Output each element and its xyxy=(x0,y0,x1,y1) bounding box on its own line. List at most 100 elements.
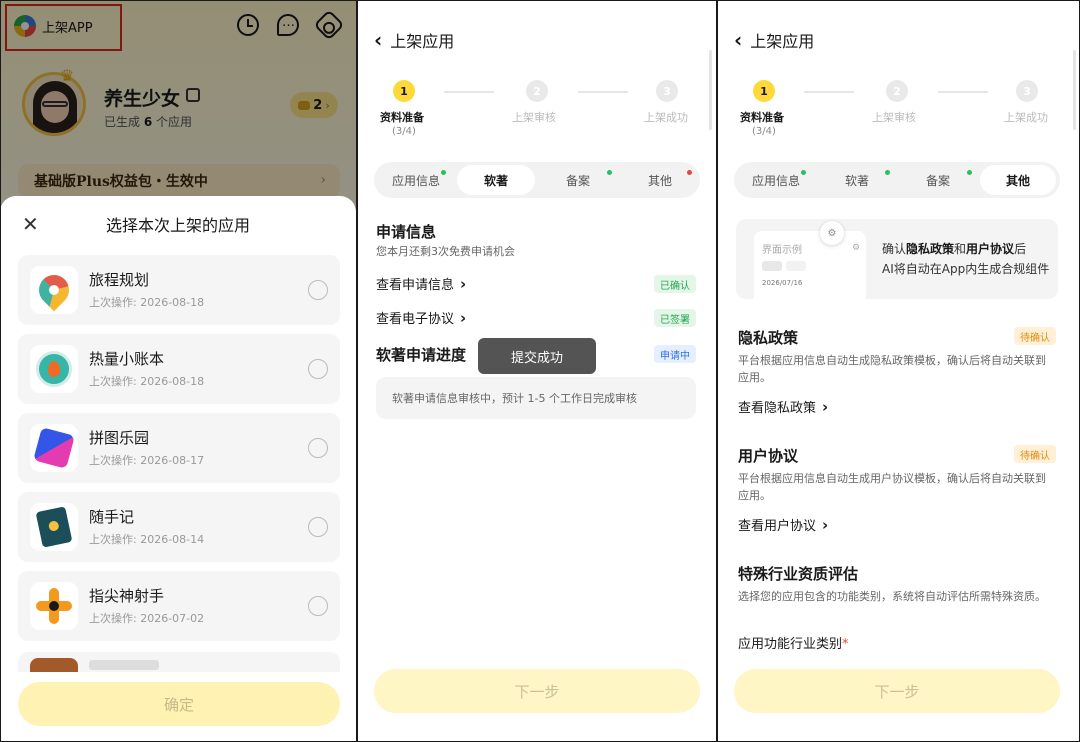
stepper: 1 2 3 资料准备 (3/4) 上架审核 上架成功 xyxy=(380,80,700,140)
mock-chip xyxy=(762,261,782,271)
step-label: 资料准备 xyxy=(740,111,784,124)
tab-app-info[interactable]: 应用信息 xyxy=(740,165,812,195)
status-badge: 已签署 xyxy=(654,309,696,327)
app-last-op: 上次操作: 2026-08-18 xyxy=(89,296,205,309)
tab-app-info[interactable]: 应用信息 xyxy=(380,165,452,195)
mock-title: 界面示例 xyxy=(762,245,802,256)
tab-copyright[interactable]: 软著 xyxy=(457,165,535,195)
map-pin-icon xyxy=(30,266,78,314)
back-arrow-icon[interactable]: ‹ xyxy=(374,28,382,52)
status-badge: 待确认 xyxy=(1014,327,1056,345)
step-number: 1 xyxy=(753,80,775,102)
view-apply-info-link[interactable]: 查看申请信息 › xyxy=(376,274,466,294)
tab-filing[interactable]: 备案 xyxy=(542,165,614,195)
step-label: 资料准备 xyxy=(380,111,424,124)
toast-message: 提交成功 xyxy=(478,338,596,374)
app-name: 旅程规划 xyxy=(89,271,150,289)
app-list-item-partial[interactable] xyxy=(18,652,340,672)
step-label: 上架审核 xyxy=(872,111,916,124)
step-progress: (3/4) xyxy=(392,126,416,137)
select-radio[interactable] xyxy=(308,596,328,616)
section-description: 平台根据应用信息自动生成用户协议模板，确认后将自动关联到应用。 xyxy=(738,472,1046,502)
plate-fire-icon xyxy=(30,345,78,393)
section-subtitle: 您本月还剩3次免费申请机会 xyxy=(376,245,515,258)
select-radio[interactable] xyxy=(308,438,328,458)
scrollbar[interactable] xyxy=(1073,50,1076,130)
app-name: 随手记 xyxy=(89,508,135,526)
section-description: 选择您的应用包含的功能类别，系统将自动评估所需特殊资质。 xyxy=(738,590,1046,603)
copyright-tab-screen: ‹ 上架应用 1 2 3 资料准备 (3/4) 上架审核 上架成功 应用信息 软… xyxy=(358,0,716,742)
view-privacy-link[interactable]: 查看隐私政策 › xyxy=(738,397,829,417)
view-contract-link[interactable]: 查看电子协议 › xyxy=(376,308,467,328)
app-last-op: 上次操作: 2026-07-02 xyxy=(89,612,205,625)
gear-small-icon: ⚙ xyxy=(852,243,861,253)
step-label: 上架成功 xyxy=(1004,111,1048,124)
tab-bar: 应用信息 软著 备案 其他 xyxy=(734,162,1060,198)
back-arrow-icon[interactable]: ‹ xyxy=(734,28,742,52)
ui-sample-mock: 界面示例 2026/07/16 xyxy=(754,231,866,299)
scrollbar[interactable] xyxy=(709,50,712,130)
step-label: 上架审核 xyxy=(512,111,556,124)
step-connector xyxy=(578,91,628,93)
crosshair-icon xyxy=(30,582,78,630)
page-title: 上架应用 xyxy=(390,32,455,51)
app-name: 拼图乐园 xyxy=(89,429,150,447)
status-badge: 申请中 xyxy=(654,345,696,363)
app-name: 热量小账本 xyxy=(89,350,165,368)
step-connector xyxy=(444,91,494,93)
required-mark: * xyxy=(842,637,849,652)
preview-description: 确认隐私政策和用户协议后 AI将自动在App内生成合规组件 xyxy=(882,242,1050,276)
tab-bar: 应用信息 软著 备案 其他 xyxy=(374,162,700,198)
next-button[interactable]: 下一步 xyxy=(374,669,700,713)
app-last-op: 上次操作: 2026-08-14 xyxy=(89,533,205,546)
compliance-preview-card: 界面示例 2026/07/16 ⚙ ⚙ 确认隐私政策和用户协议后 AI将自动在A… xyxy=(736,219,1058,299)
step-progress: (3/4) xyxy=(752,126,776,137)
done-dot xyxy=(441,170,446,175)
chevron-right-icon: › xyxy=(460,308,467,327)
nav-bar: ‹ 上架应用 xyxy=(374,28,454,52)
step-number: 1 xyxy=(393,80,415,102)
status-badge: 已确认 xyxy=(654,275,696,293)
chevron-right-icon: › xyxy=(822,397,829,416)
done-dot xyxy=(607,170,612,175)
section-title: 隐私政策 xyxy=(738,329,799,347)
select-radio[interactable] xyxy=(308,280,328,300)
step-label: 上架成功 xyxy=(644,111,688,124)
select-radio[interactable] xyxy=(308,517,328,537)
app-list-item[interactable]: 旅程规划 上次操作: 2026-08-18 xyxy=(18,255,340,325)
tab-other[interactable]: 其他 xyxy=(980,165,1056,195)
view-agreement-link[interactable]: 查看用户协议 › xyxy=(738,515,829,535)
app-list-item[interactable]: 随手记 上次操作: 2026-08-14 xyxy=(18,492,340,562)
mock-date: 2026/07/16 xyxy=(762,279,803,287)
puzzle-icon xyxy=(30,424,78,472)
select-radio[interactable] xyxy=(308,359,328,379)
confirm-button[interactable]: 确定 xyxy=(18,682,340,726)
app-list-item[interactable]: 拼图乐园 上次操作: 2026-08-17 xyxy=(18,413,340,483)
other-tab-screen: ‹ 上架应用 1 2 3 资料准备 (3/4) 上架审核 上架成功 应用信息 软… xyxy=(718,0,1080,742)
status-badge: 待确认 xyxy=(1014,445,1056,463)
tab-other[interactable]: 其他 xyxy=(626,165,694,195)
tab-filing[interactable]: 备案 xyxy=(902,165,974,195)
notebook-icon xyxy=(30,503,78,551)
industry-field-label: 应用功能行业类别* xyxy=(738,637,849,652)
step-connector xyxy=(938,91,988,93)
chevron-right-icon: › xyxy=(822,515,829,534)
progress-note: 软著申请信息审核中，预计 1-5 个工作日完成审核 xyxy=(376,377,696,419)
next-button[interactable]: 下一步 xyxy=(734,669,1060,713)
page-title: 上架应用 xyxy=(750,32,815,51)
app-select-screen: 上架APP ♛ 养生少女 已生成 6 个应用 2 › 基础版Plus权益包・生效… xyxy=(0,0,356,742)
app-list-item[interactable]: 指尖神射手 上次操作: 2026-07-02 xyxy=(18,571,340,641)
section-description: 平台根据应用信息自动生成隐私政策模板，确认后将自动关联到应用。 xyxy=(738,354,1046,384)
sheet-title: 选择本次上架的应用 xyxy=(105,216,250,235)
section-title: 用户协议 xyxy=(738,447,799,465)
done-dot xyxy=(885,170,890,175)
step-connector xyxy=(804,91,854,93)
step-number: 2 xyxy=(526,80,548,102)
step-number: 3 xyxy=(1016,80,1038,102)
app-list-item[interactable]: 热量小账本 上次操作: 2026-08-18 xyxy=(18,334,340,404)
section-title: 软著申请进度 xyxy=(376,346,467,364)
tab-copyright[interactable]: 软著 xyxy=(822,165,892,195)
step-number: 3 xyxy=(656,80,678,102)
done-dot xyxy=(801,170,806,175)
app-last-op: 上次操作: 2026-08-18 xyxy=(89,375,205,388)
